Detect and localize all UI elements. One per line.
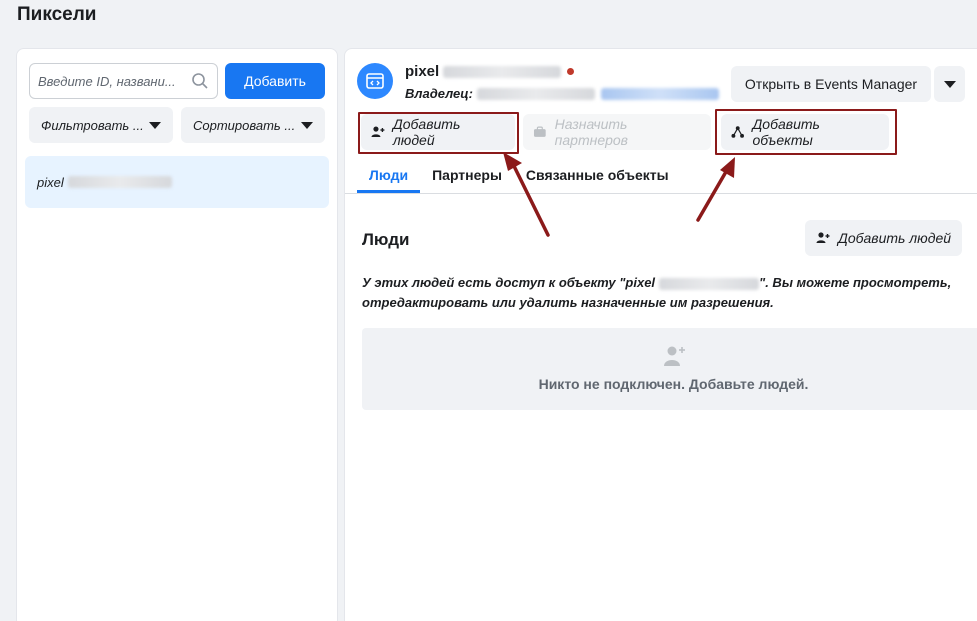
add-people-secondary-button[interactable]: Добавить людей bbox=[805, 220, 962, 256]
add-people-button[interactable]: Добавить людей bbox=[361, 114, 515, 150]
add-person-icon bbox=[816, 232, 830, 243]
tab-connected-assets[interactable]: Связанные объекты bbox=[514, 159, 681, 193]
chevron-down-icon bbox=[149, 121, 161, 129]
add-person-icon bbox=[664, 346, 685, 366]
pixel-avatar bbox=[357, 63, 393, 99]
people-section-title: Люди bbox=[362, 230, 410, 249]
filter-dropdown[interactable]: Фильтровать ... bbox=[29, 107, 173, 143]
sort-label: Сортировать ... bbox=[193, 117, 296, 133]
owner-line: Владелец: bbox=[405, 86, 720, 101]
connected-nodes-icon bbox=[731, 126, 744, 138]
pixel-name: pixel bbox=[405, 63, 575, 80]
pixel-list-item[interactable]: pixel bbox=[25, 156, 329, 208]
empty-state-text: Никто не подключен. Добавьте людей. bbox=[538, 376, 809, 392]
status-dot bbox=[567, 68, 575, 75]
chevron-down-icon bbox=[301, 121, 313, 129]
redacted-owner bbox=[477, 87, 596, 100]
tab-people[interactable]: Люди bbox=[357, 159, 421, 193]
add-pixel-button[interactable]: Добавить bbox=[225, 63, 325, 99]
redacted-name bbox=[659, 277, 760, 290]
open-events-manager-button[interactable]: Открыть в Events Manager bbox=[731, 66, 931, 102]
redacted-id-link[interactable] bbox=[601, 87, 720, 100]
pixel-details-panel: pixel Владелец: Открыть в Events Manager… bbox=[344, 48, 977, 621]
access-info-text: У этих людей есть доступ к объекту "pixe… bbox=[362, 275, 952, 310]
redacted-name bbox=[67, 176, 172, 188]
filter-label: Фильтровать ... bbox=[41, 117, 144, 133]
search-input[interactable] bbox=[38, 73, 188, 89]
assign-partners-button[interactable]: Назначить партнеров bbox=[523, 114, 711, 150]
redacted-name bbox=[443, 65, 562, 78]
add-person-icon bbox=[371, 126, 385, 137]
add-assets-button[interactable]: Добавить объекты bbox=[721, 114, 889, 150]
page-title: Пиксели bbox=[17, 4, 97, 25]
search-box[interactable] bbox=[29, 63, 218, 99]
chevron-down-icon bbox=[943, 80, 956, 88]
sort-dropdown[interactable]: Сортировать ... bbox=[181, 107, 325, 143]
list-item-label: pixel bbox=[37, 174, 64, 190]
tab-divider bbox=[345, 193, 977, 194]
code-window-icon bbox=[366, 73, 384, 89]
briefcase-icon bbox=[533, 126, 546, 137]
more-options-dropdown[interactable] bbox=[934, 66, 965, 102]
empty-state: Никто не подключен. Добавьте людей. bbox=[362, 328, 977, 410]
tab-bar: Люди Партнеры Связанные объекты bbox=[357, 159, 681, 193]
search-icon[interactable] bbox=[191, 72, 209, 90]
pixel-list-panel: Добавить Фильтровать ... Сортировать ...… bbox=[16, 48, 338, 621]
tab-partners[interactable]: Партнеры bbox=[420, 159, 514, 193]
